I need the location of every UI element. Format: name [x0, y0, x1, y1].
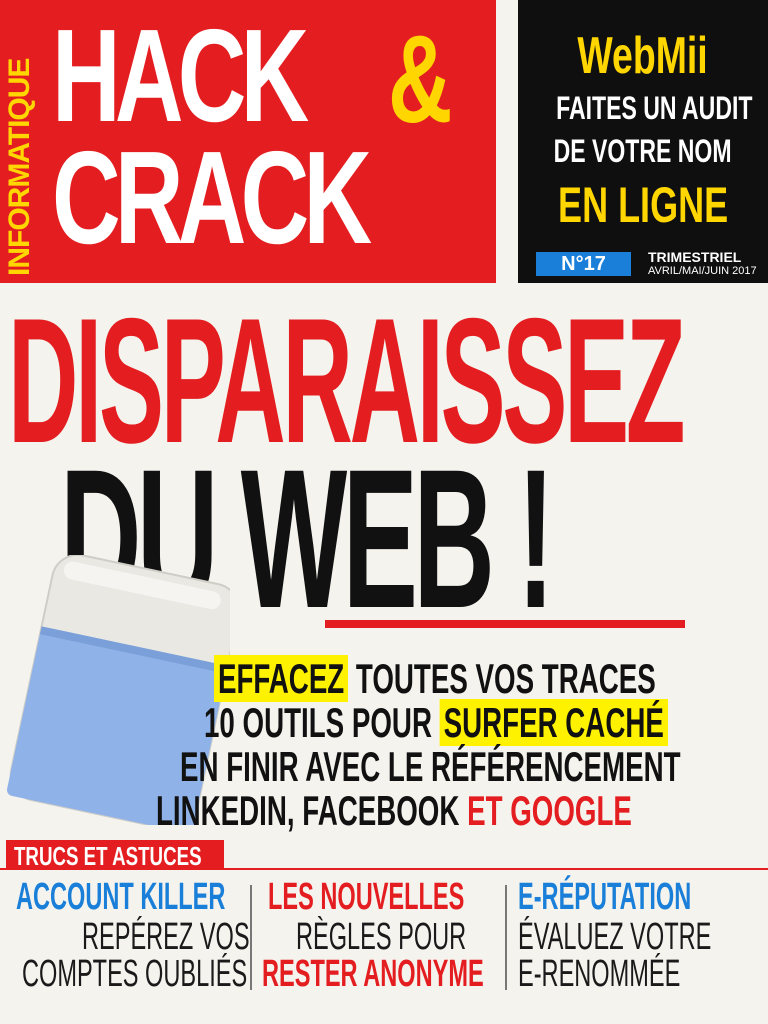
section-label: TRUCS ET ASTUCES: [14, 841, 202, 870]
logo-hack: HACK: [52, 2, 309, 149]
col3-title: E-RÉPUTATION: [518, 876, 692, 918]
column-separator: [505, 885, 507, 990]
masthead: INFORMATIQUE HACK & CRACK: [0, 0, 496, 283]
bullet-3-text: EN FINIR AVEC LE RÉFÉRENCEMENT: [180, 743, 681, 790]
headline-underline: [325, 620, 685, 628]
col1-line-2: COMPTES OUBLIÉS: [22, 953, 248, 995]
col1-line-1: REPÉREZ VOS: [82, 916, 250, 958]
section-label-badge: TRUCS ET ASTUCES: [6, 840, 224, 870]
bullet-4: LINKEDIN, FACEBOOK ET GOOGLE: [156, 790, 632, 832]
issue-date: AVRIL/MAI/JUIN 2017: [648, 265, 757, 277]
masthead-sidebar-text: INFORMATIQUE: [3, 58, 36, 276]
promo-line-1: FAITES UN AUDIT: [556, 90, 753, 126]
issue-number-badge: N°17: [536, 252, 631, 276]
logo-crack: CRACK: [52, 124, 372, 271]
col2-line-1: RÈGLES POUR: [296, 916, 467, 958]
bullet-1: EFFACEZ TOUTES VOS TRACES: [214, 655, 656, 702]
bullet-3: EN FINIR AVEC LE RÉFÉRENCEMENT: [180, 746, 681, 788]
bullet-2-highlight: SURFER CACHÉ: [439, 699, 668, 746]
bullet-4-red: ET GOOGLE: [467, 787, 632, 834]
issue-frequency: TRIMESTRIEL: [648, 249, 742, 265]
bullet-2-text: 10 OUTILS POUR: [204, 699, 440, 746]
col3-line-1: ÉVALUEZ VOTRE: [518, 916, 712, 958]
promo-title: WebMii: [577, 27, 709, 85]
bullet-2: 10 OUTILS POUR SURFER CACHÉ: [204, 699, 668, 746]
col1-title: ACCOUNT KILLER: [16, 876, 226, 918]
promo-box: WebMii FAITES UN AUDIT DE VOTRE NOM EN L…: [518, 0, 768, 246]
bullet-4-text: LINKEDIN, FACEBOOK: [156, 787, 468, 834]
bullet-1-text: TOUTES VOS TRACES: [348, 655, 656, 702]
col2-line-2: RESTER ANONYME: [262, 953, 484, 995]
bullet-1-highlight: EFFACEZ: [214, 655, 349, 702]
col3-line-2: E-RENOMMÉE: [518, 953, 681, 995]
logo-ampersand: &: [388, 11, 453, 149]
column-separator: [250, 885, 252, 990]
promo-line-2: DE VOTRE NOM: [554, 133, 732, 169]
col2-title: LES NOUVELLES: [268, 876, 465, 918]
promo-line-3: EN LIGNE: [557, 177, 729, 233]
footer-divider: [0, 868, 768, 870]
